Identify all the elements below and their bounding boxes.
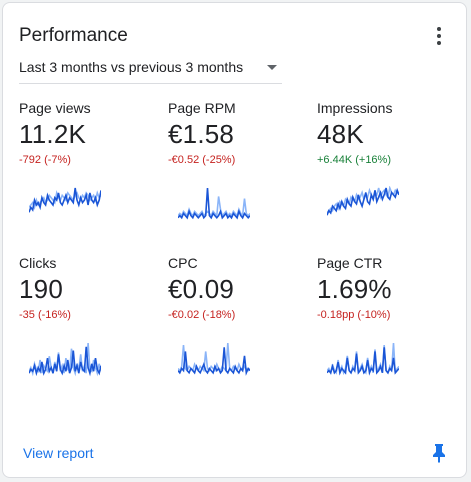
more-options-button[interactable]: [431, 25, 447, 49]
metric-change: +6.44K (+16%): [317, 154, 391, 166]
metric-name: CPC: [168, 255, 198, 271]
sparkline-chart: [29, 342, 101, 377]
metric-change: -0.18pp (-10%): [317, 309, 391, 321]
metric-value: 11.2K: [19, 119, 87, 149]
pin-icon[interactable]: [431, 443, 447, 463]
sparkline-chart: [178, 187, 250, 220]
metric-name: Page CTR: [317, 255, 383, 271]
more-vert-icon: [437, 27, 441, 31]
metric-value: 190: [19, 274, 63, 304]
sparkline-chart: [29, 187, 101, 213]
sparkline-previous-period: [178, 342, 250, 373]
metric-page-ctr[interactable]: Page CTR 1.69% -0.18pp (-10%): [317, 255, 457, 407]
metric-change: -35 (-16%): [19, 309, 71, 321]
view-report-link[interactable]: View report: [23, 445, 94, 461]
metric-value: 1.69%: [317, 274, 392, 304]
metric-change: -€0.52 (-25%): [168, 154, 236, 166]
metric-page-views[interactable]: Page views 11.2K -792 (-7%): [19, 100, 159, 252]
card-title: Performance: [19, 25, 128, 46]
metric-change: -792 (-7%): [19, 154, 71, 166]
date-range-label: Last 3 months vs previous 3 months: [19, 59, 244, 75]
sparkline-chart: [178, 342, 250, 376]
metric-name: Page views: [19, 100, 91, 116]
metric-impressions[interactable]: Impressions 48K +6.44K (+16%): [317, 100, 457, 252]
date-range-select[interactable]: Last 3 months vs previous 3 months: [19, 55, 282, 84]
metric-change: -€0.02 (-18%): [168, 309, 236, 321]
metric-clicks[interactable]: Clicks 190 -35 (-16%): [19, 255, 159, 407]
metric-value: €0.09: [168, 274, 235, 304]
arrow-drop-down-icon: [267, 65, 277, 70]
metric-cpc[interactable]: CPC €0.09 -€0.02 (-18%): [168, 255, 308, 407]
metric-page-rpm[interactable]: Page RPM €1.58 -€0.52 (-25%): [168, 100, 308, 252]
metric-value: €1.58: [168, 119, 235, 149]
sparkline-chart: [327, 342, 399, 376]
metric-name: Impressions: [317, 100, 393, 116]
sparkline-chart: [327, 186, 399, 216]
metric-name: Clicks: [19, 255, 57, 271]
metric-name: Page RPM: [168, 100, 236, 116]
metric-value: 48K: [317, 119, 364, 149]
sparkline-current-period: [178, 187, 250, 220]
performance-card: Performance Last 3 months vs previous 3 …: [2, 2, 467, 478]
